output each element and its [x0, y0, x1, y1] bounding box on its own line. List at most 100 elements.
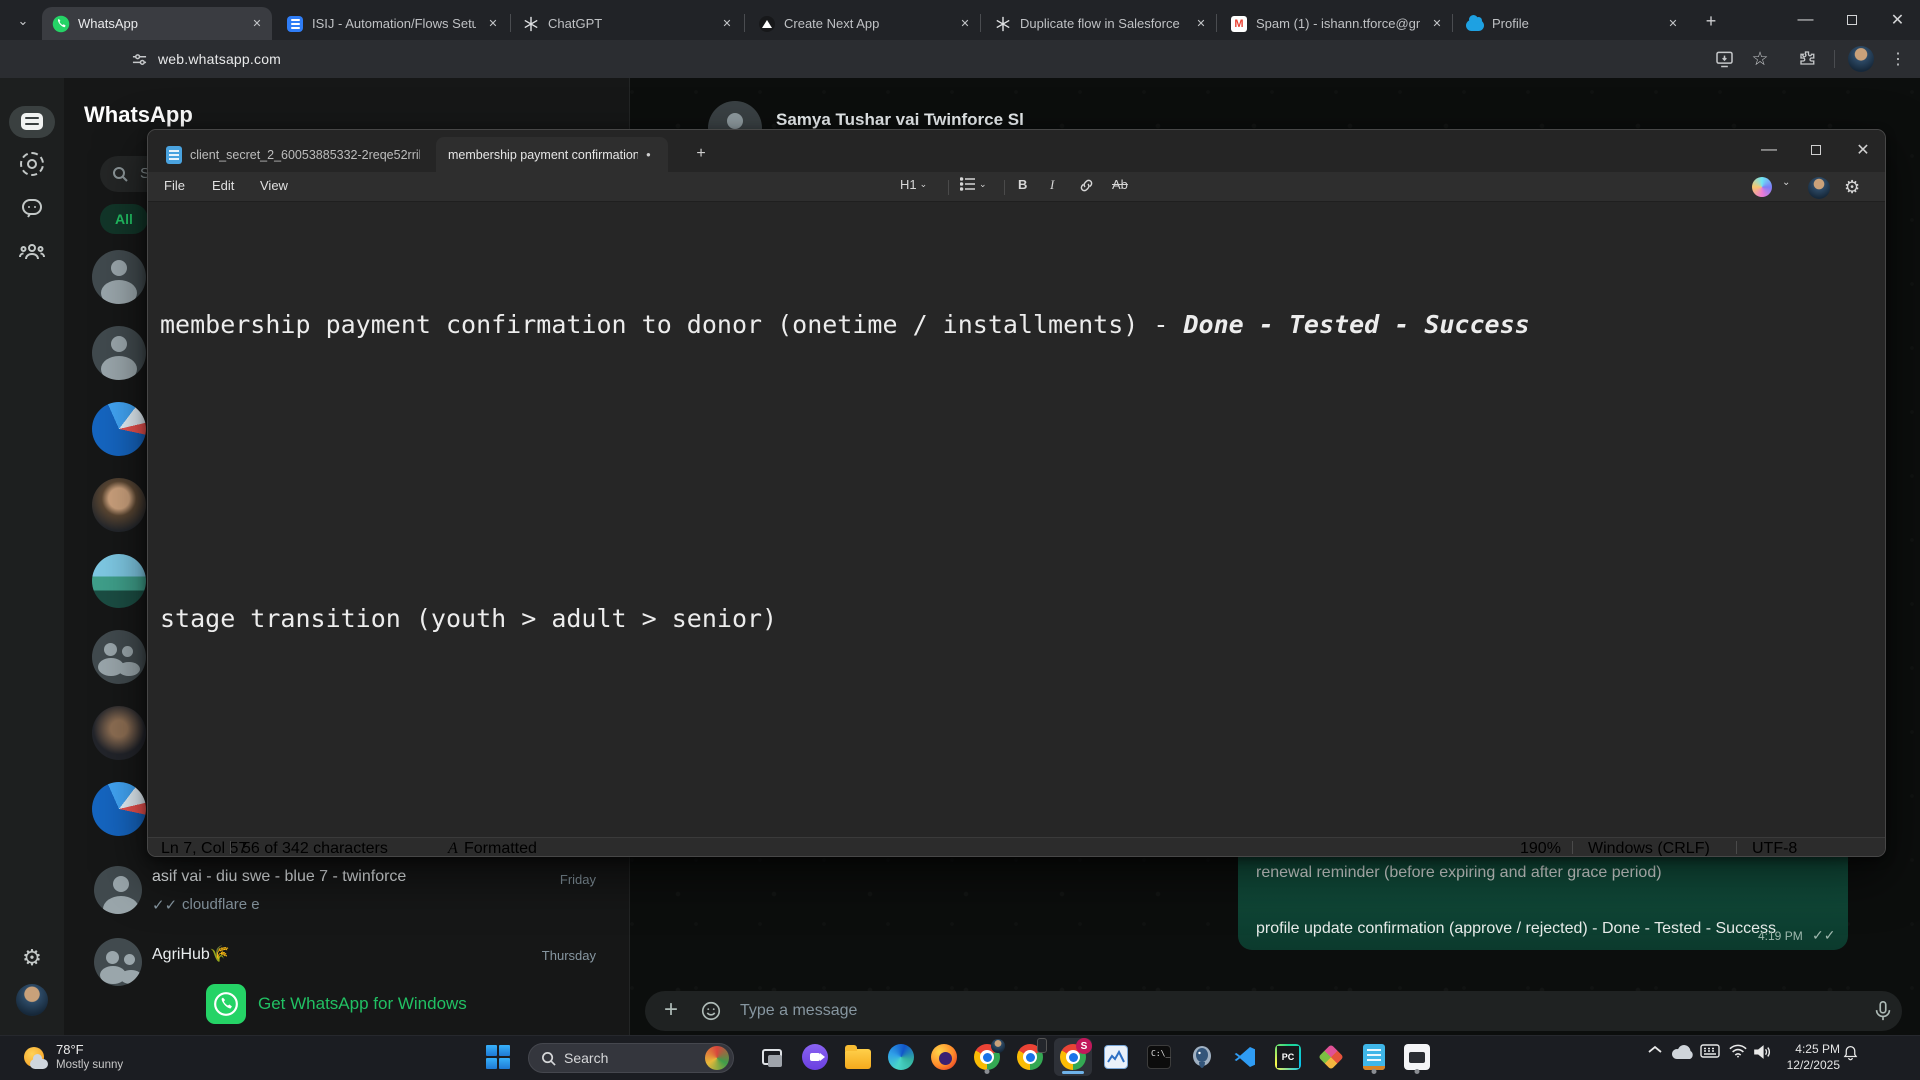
chrome-profile1-button[interactable] [968, 1038, 1006, 1076]
notepad-close-button[interactable]: ✕ [1842, 134, 1884, 166]
firefox-button[interactable] [925, 1038, 963, 1076]
taskbar-clock[interactable]: 4:25 PM 12/2/2025 [1778, 1041, 1840, 1073]
browser-close-button[interactable]: ✕ [1875, 0, 1920, 40]
extensions-puzzle-icon[interactable] [1798, 49, 1818, 69]
menu-view[interactable]: View [260, 178, 288, 193]
whatsapp-logo-icon[interactable] [206, 984, 246, 1024]
chat-avatar[interactable] [92, 326, 146, 380]
filter-all-pill[interactable]: All [100, 204, 148, 234]
zoom-level[interactable]: 190% [1520, 840, 1561, 857]
get-whatsapp-windows-link[interactable]: Get WhatsApp for Windows [258, 994, 467, 1014]
chat-avatar[interactable] [94, 866, 142, 914]
sticker-emoji-icon[interactable] [700, 1000, 722, 1022]
start-button[interactable] [479, 1038, 517, 1076]
chat-avatar-photo[interactable] [92, 478, 146, 532]
chat-avatar-group[interactable] [94, 938, 142, 986]
chat-avatar-group[interactable] [92, 630, 146, 684]
install-app-icon[interactable] [1714, 49, 1735, 69]
chat-avatar-twinforce-logo[interactable] [92, 402, 146, 456]
postgresql-button[interactable] [1183, 1038, 1221, 1076]
notepad-tab-client-secret[interactable]: client_secret_2_60053885332-2reqe52rribc [154, 137, 434, 172]
weather-condition[interactable]: Mostly sunny [56, 1059, 123, 1071]
tray-chevron-up-icon[interactable] [1643, 1044, 1667, 1054]
tab-close-icon[interactable]: ✕ [956, 15, 974, 33]
touch-keyboard-icon[interactable] [1697, 1044, 1723, 1058]
microphone-icon[interactable] [1872, 999, 1894, 1023]
volume-icon[interactable] [1750, 1044, 1774, 1060]
site-settings-icon[interactable] [132, 52, 147, 67]
notepad-editor[interactable]: membership payment confirmation to donor… [148, 202, 1885, 837]
onedrive-cloud-icon[interactable] [1668, 1044, 1696, 1060]
chat-avatar-photo[interactable] [92, 554, 146, 608]
browser-tab-chatgpt[interactable]: ChatGPT ✕ [512, 7, 742, 40]
bookmark-star-icon[interactable]: ☆ [1748, 47, 1772, 71]
tab-close-icon[interactable]: ✕ [718, 15, 736, 33]
settings-gear-icon[interactable]: ⚙ [18, 944, 46, 972]
channels-icon[interactable] [18, 194, 46, 222]
chrome-active-button[interactable]: S [1054, 1038, 1092, 1076]
status-icon[interactable] [18, 150, 46, 178]
copilot-icon[interactable] [1752, 177, 1772, 197]
merge-tool-button[interactable] [1312, 1038, 1350, 1076]
tab-close-icon[interactable]: ✕ [1664, 15, 1682, 33]
browser-tab-duplicate-flow[interactable]: Duplicate flow in Salesforce ✕ [984, 7, 1216, 40]
tab-close-icon[interactable]: ✕ [1192, 15, 1210, 33]
copilot-chevron-icon[interactable]: ⌄ [1782, 177, 1790, 188]
file-explorer-button[interactable] [839, 1038, 877, 1076]
taskbar-search[interactable]: Search [528, 1043, 734, 1073]
url-text[interactable]: web.whatsapp.com [158, 51, 281, 67]
task-manager-button[interactable] [1097, 1038, 1135, 1076]
notification-bell-icon[interactable] [1838, 1044, 1862, 1062]
browser-tab-create-next-app[interactable]: Create Next App ✕ [748, 7, 980, 40]
italic-button[interactable]: I [1050, 177, 1054, 193]
new-tab-button[interactable]: + [1698, 8, 1724, 34]
notepad-taskbar-button[interactable] [1355, 1038, 1393, 1076]
browser-tab-whatsapp[interactable]: WhatsApp ✕ [42, 7, 272, 40]
notepad-maximize-button[interactable] [1795, 134, 1837, 166]
vscode-button[interactable] [1226, 1038, 1264, 1076]
wifi-icon[interactable] [1726, 1044, 1750, 1058]
chat-row-name[interactable]: AgriHub🌾 [152, 944, 230, 964]
chat-avatar-twinforce-logo[interactable] [92, 782, 146, 836]
chat-row-name[interactable]: asif vai - diu swe - blue 7 - twinforce [152, 868, 406, 886]
chat-avatar[interactable] [92, 250, 146, 304]
browser-tab-flows-setup[interactable]: ISIJ - Automation/Flows Setup ✕ [276, 7, 508, 40]
conversation-title[interactable]: Samya Tushar vai Twinforce Sl [776, 110, 1024, 130]
task-view-button[interactable] [753, 1038, 791, 1076]
notepad-tab-membership[interactable]: membership payment confirmation ● [436, 137, 668, 172]
notepad-minimize-button[interactable]: — [1748, 134, 1790, 166]
weather-icon[interactable] [22, 1046, 50, 1074]
clear-formatting-button[interactable]: Ab [1112, 177, 1128, 192]
browser-tab-gmail-spam[interactable]: M Spam (1) - ishann.tforce@gmai ✕ [1220, 7, 1452, 40]
browser-minimize-button[interactable]: — [1783, 0, 1828, 40]
browser-profile-avatar[interactable] [1848, 46, 1874, 72]
communities-icon[interactable] [18, 238, 46, 266]
menu-edit[interactable]: Edit [212, 178, 234, 193]
notepad-settings-gear-icon[interactable]: ⚙ [1844, 177, 1860, 198]
notepad-new-tab-button[interactable]: + [688, 141, 714, 167]
chat-avatar-photo[interactable] [92, 706, 146, 760]
weather-temperature[interactable]: 78°F [56, 1042, 84, 1057]
heading-style-button[interactable]: H1⌄ [900, 177, 927, 192]
taskpro-button[interactable] [1398, 1038, 1436, 1076]
link-button[interactable] [1078, 177, 1095, 194]
browser-menu-icon[interactable]: ⋮ [1886, 47, 1910, 71]
tab-close-icon[interactable]: ✕ [484, 15, 502, 33]
bold-button[interactable]: B [1018, 177, 1027, 192]
tab-search-chevron-icon[interactable]: ⌄ [10, 8, 36, 34]
whatsapp-profile-avatar[interactable] [16, 984, 48, 1016]
tab-close-icon[interactable]: ✕ [248, 15, 266, 33]
notepad-account-avatar[interactable] [1808, 177, 1830, 199]
browser-tab-salesforce-profile[interactable]: Profile ✕ [1456, 7, 1688, 40]
terminal-button[interactable]: C:\_ [1140, 1038, 1178, 1076]
chats-icon[interactable] [21, 113, 43, 130]
list-format-button[interactable]: ⌄ [960, 177, 987, 191]
chrome-profile2-button[interactable] [1011, 1038, 1049, 1076]
browser-maximize-button[interactable] [1829, 0, 1874, 40]
attach-plus-icon[interactable]: + [664, 996, 678, 1024]
tab-close-icon[interactable]: ✕ [1428, 15, 1446, 33]
video-app-button[interactable] [796, 1038, 834, 1076]
menu-file[interactable]: File [164, 178, 185, 193]
edge-button[interactable] [882, 1038, 920, 1076]
pycharm-button[interactable]: PC [1269, 1038, 1307, 1076]
